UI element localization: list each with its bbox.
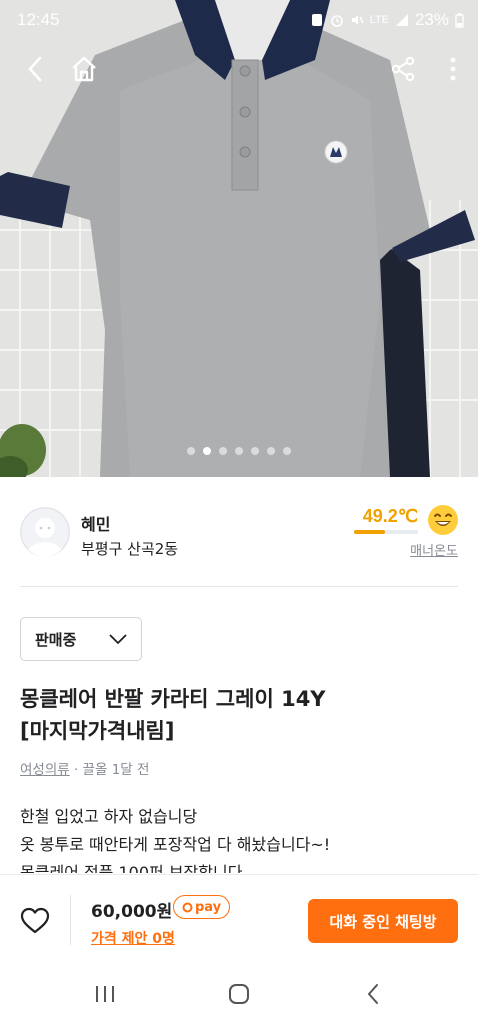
more-vertical-icon <box>450 57 456 81</box>
chevron-left-icon <box>28 56 42 82</box>
carousel-indicator <box>0 447 478 455</box>
seller-profile[interactable]: 혜민 부평구 산곡2동 49.2℃ 매너온도 <box>0 477 478 587</box>
carousel-dot <box>219 447 227 455</box>
alarm-icon <box>330 15 343 27</box>
like-button[interactable] <box>20 907 50 935</box>
chat-button[interactable]: 대화 중인 채팅방 <box>308 899 458 943</box>
recent-apps-icon <box>96 986 114 1002</box>
listing-title: 몽클레어 반팔 카라티 그레이 14Y [마지막가격내림] <box>20 683 460 747</box>
signal-icon <box>395 14 408 26</box>
purchase-bar: 60,000원 pay 가격 제안 0명 대화 중인 채팅방 <box>0 874 478 965</box>
listing-description: 한철 입었고 하자 없습니당 옷 봉투로 때안타게 포장작업 다 해놨습니다~!… <box>20 803 460 873</box>
pay-badge-label: pay <box>195 899 222 915</box>
price-offer-link[interactable]: 가격 제안 0명 <box>91 928 175 948</box>
description-line: 옷 봉투로 때안타게 포장작업 다 해놨습니다~! <box>20 835 331 854</box>
description-line: 한철 입었고 하자 없습니당 <box>20 807 198 826</box>
home-button[interactable] <box>67 52 101 86</box>
carousel-dot <box>283 447 291 455</box>
system-navigation-bar <box>0 964 478 1024</box>
seller-name: 혜민 <box>81 515 111 534</box>
battery-percent: 23% <box>414 10 449 29</box>
default-avatar-icon <box>20 507 70 557</box>
listing-title-line2: [마지막가격내림] <box>20 719 175 743</box>
share-button[interactable] <box>386 52 420 86</box>
smiley-face-icon <box>428 505 458 535</box>
back-nav-button[interactable] <box>358 982 388 1006</box>
more-button[interactable] <box>436 52 470 86</box>
listing-category-link[interactable]: 여성의류 <box>20 762 70 778</box>
back-nav-icon <box>368 984 378 1004</box>
status-bar: 12:45 LTE 23% <box>0 0 478 42</box>
sale-status-select[interactable]: 판매중 <box>20 617 142 661</box>
pay-logo-icon <box>182 902 193 912</box>
section-divider <box>20 586 458 587</box>
listing-time: · 끌올 1달 전 <box>69 762 150 778</box>
manner-temperature-label[interactable]: 매너온도 <box>410 540 458 559</box>
listing-meta: 여성의류 · 끌올 1달 전 <box>20 758 149 778</box>
battery-icon <box>455 12 464 28</box>
mute-icon <box>351 15 364 25</box>
share-icon <box>391 56 415 82</box>
listing-title-line1: 몽클레어 반팔 카라티 그레이 14Y <box>20 687 326 711</box>
product-photo-carousel[interactable]: 12:45 LTE 23% <box>0 0 478 477</box>
status-time: 12:45 <box>17 10 60 29</box>
notification-icon <box>311 14 322 26</box>
status-icons: LTE 23% <box>310 10 464 30</box>
vertical-divider <box>70 895 71 945</box>
chevron-down-icon <box>109 634 127 644</box>
recent-apps-button[interactable] <box>90 982 120 1006</box>
pay-badge: pay <box>173 895 231 919</box>
manner-temperature: 49.2℃ <box>362 506 418 526</box>
manner-temperature-bar <box>354 530 418 534</box>
description-line: 몽클레어 정품 100퍼 보장합니다 <box>20 863 243 873</box>
back-button[interactable] <box>18 52 52 86</box>
home-icon <box>72 56 96 82</box>
manner-temperature-fill <box>354 530 386 534</box>
seller-location: 부평구 산곡2동 <box>81 540 179 558</box>
carousel-dot <box>187 447 195 455</box>
network-label: LTE <box>369 14 389 26</box>
sale-status-value: 판매중 <box>35 630 77 649</box>
carousel-dot <box>267 447 275 455</box>
carousel-dot <box>251 447 259 455</box>
price: 60,000원 <box>91 902 173 922</box>
carousel-dot <box>235 447 243 455</box>
home-circle-icon <box>229 984 249 1004</box>
seller-avatar[interactable] <box>20 507 70 557</box>
carousel-dot <box>203 447 211 455</box>
home-nav-button[interactable] <box>224 982 254 1006</box>
